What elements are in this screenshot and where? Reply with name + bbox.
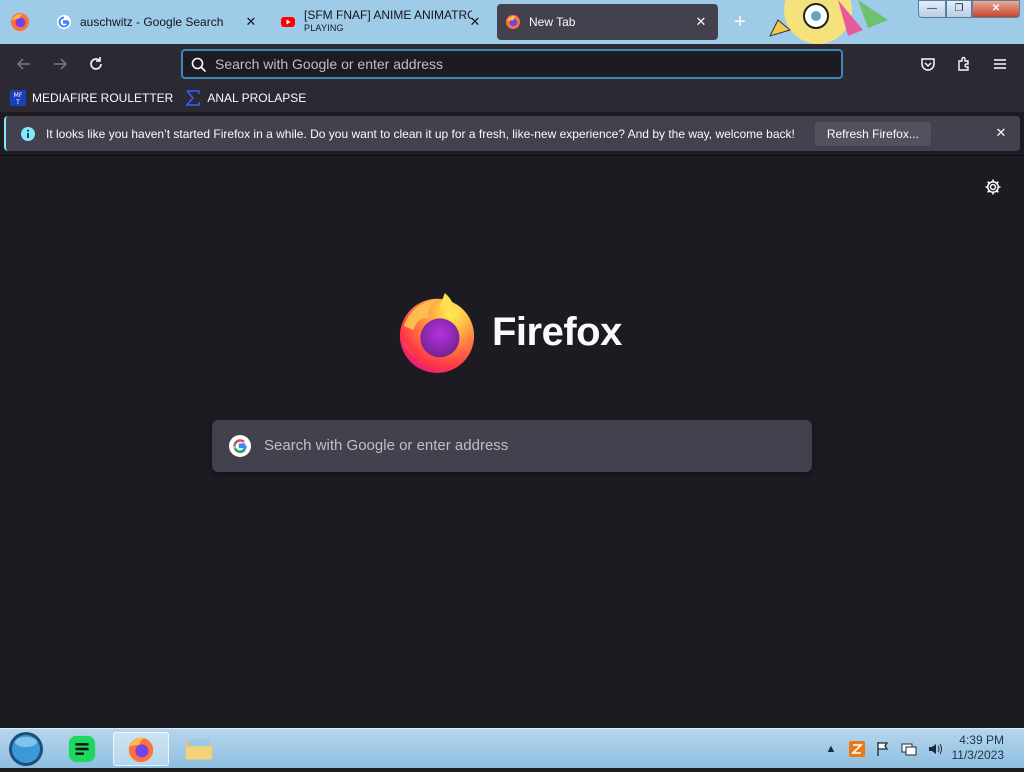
navigation-toolbar — [0, 44, 1024, 84]
firefox-icon — [128, 737, 154, 763]
close-notification-icon[interactable]: ✕ — [994, 126, 1008, 140]
folder-icon — [185, 739, 213, 760]
network-icon[interactable] — [900, 740, 918, 758]
tab-google-search[interactable]: auschwitz - Google Search ✕ — [48, 4, 268, 40]
taskbar-app-notes[interactable] — [54, 732, 110, 766]
bookmark-second[interactable]: ANAL PROLAPSE — [185, 87, 306, 109]
bookmarks-toolbar: MF T MEDIAFIRE ROULETTER ANAL PROLAPSE — [0, 84, 1024, 112]
tab-title: auschwitz - Google Search — [80, 15, 224, 29]
window-controls: — ❐ ✕ — [918, 0, 1020, 18]
google-g-icon — [56, 14, 72, 30]
close-tab-icon[interactable]: ✕ — [244, 15, 258, 29]
info-icon — [20, 126, 36, 142]
clock-time: 4:39 PM — [959, 733, 1004, 747]
bookmark-label: ANAL PROLAPSE — [207, 91, 307, 105]
close-tab-icon[interactable]: ✕ — [468, 15, 482, 29]
hamburger-menu-icon[interactable] — [990, 54, 1010, 74]
show-hidden-icons-chevron-icon[interactable]: ▲ — [822, 740, 840, 758]
search-placeholder: Search with Google or enter address — [264, 437, 509, 454]
new-tab-page: Firefox Search with Google or enter addr… — [0, 156, 1024, 728]
url-input[interactable] — [215, 54, 815, 74]
taskbar-app-explorer[interactable] — [171, 732, 227, 766]
clock-date: 11/3/2023 — [951, 748, 1005, 762]
volume-icon[interactable] — [926, 740, 944, 758]
new-tab-plus-icon[interactable]: + — [730, 12, 750, 32]
back-arrow-icon[interactable] — [14, 54, 34, 74]
bookmark-label: MEDIAFIRE ROULETTER — [32, 91, 174, 105]
sigma-icon — [185, 90, 201, 106]
refresh-firefox-button[interactable]: Refresh Firefox... — [814, 121, 931, 146]
extensions-puzzle-icon[interactable] — [954, 54, 974, 74]
refresh-notification-bar: It looks like you haven’t started Firefo… — [4, 116, 1020, 151]
minimize-icon[interactable]: — — [918, 0, 946, 18]
firefox-icon — [505, 14, 521, 30]
close-window-icon[interactable]: ✕ — [972, 0, 1020, 18]
firefox-logo: Firefox — [396, 290, 636, 374]
tab-title: New Tab — [529, 15, 576, 29]
tab-new-tab[interactable]: New Tab ✕ — [497, 4, 718, 40]
google-g-icon — [228, 434, 252, 458]
taskbar-app-firefox[interactable] — [113, 732, 169, 766]
start-orb-icon[interactable] — [6, 731, 46, 767]
tab-title: [SFM FNAF] ANIME ANIMATRO — [304, 9, 472, 22]
search-icon — [191, 57, 207, 73]
system-tray: ▲ — [822, 737, 952, 761]
svg-text:T: T — [15, 99, 20, 106]
close-tab-icon[interactable]: ✕ — [694, 15, 708, 29]
settings-gear-icon[interactable] — [984, 178, 1002, 196]
windows-taskbar: ▲ 4:39 PM 11/3/2023 — [0, 728, 1024, 768]
tab-youtube[interactable]: [SFM FNAF] ANIME ANIMATRO PLAYING ✕ — [272, 4, 492, 40]
firefox-logo-icon — [399, 292, 475, 373]
address-bar[interactable] — [181, 49, 843, 79]
newtab-search-box[interactable]: Search with Google or enter address — [212, 420, 812, 472]
tab-strip: auschwitz - Google Search ✕ [SFM FNAF] A… — [0, 0, 1024, 44]
bookmark-mediafire-rouletter[interactable]: MF T MEDIAFIRE ROULETTER — [10, 87, 173, 109]
notification-message: It looks like you haven’t started Firefo… — [46, 126, 795, 141]
youtube-icon — [280, 14, 296, 30]
forward-arrow-icon[interactable] — [50, 54, 70, 74]
reload-icon[interactable] — [86, 54, 106, 74]
svg-text:MF: MF — [14, 92, 23, 99]
theme-character-art — [768, 0, 898, 44]
tab-playing-label: PLAYING — [304, 23, 344, 33]
app-tray-icon[interactable] — [848, 740, 866, 758]
mft-icon: MF T — [10, 90, 26, 106]
system-clock[interactable]: 4:39 PM 11/3/2023 — [948, 733, 1005, 763]
firefox-wordmark: Firefox — [492, 309, 622, 354]
notes-app-icon — [68, 735, 96, 763]
firefox-view-icon[interactable] — [8, 10, 32, 34]
action-center-flag-icon[interactable] — [874, 740, 892, 758]
restore-icon[interactable]: ❐ — [946, 0, 972, 18]
pocket-icon[interactable] — [918, 54, 938, 74]
